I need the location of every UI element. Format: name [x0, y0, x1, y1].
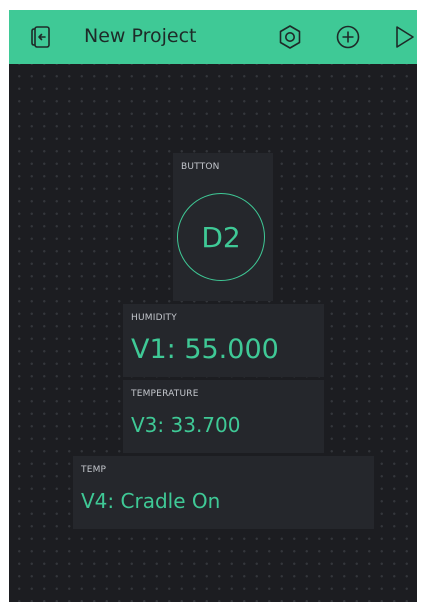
play-icon[interactable] [391, 10, 417, 64]
temperature-label: TEMPERATURE [131, 389, 199, 399]
temperature-value: V3: 33.700 [131, 413, 241, 437]
hexagon-nut-icon[interactable] [275, 10, 305, 64]
button-widget[interactable]: BUTTON D2 [173, 153, 273, 301]
d2-button[interactable]: D2 [177, 193, 265, 281]
temp-value: V4: Cradle On [81, 489, 221, 513]
project-title: New Project [84, 25, 197, 47]
widget-canvas[interactable]: BUTTON D2 HUMIDITY V1: 55.000 TEMPERATUR… [9, 64, 417, 602]
top-bar: New Project [9, 10, 417, 64]
plus-circle-icon[interactable] [333, 10, 363, 64]
temp-widget[interactable]: TEMP V4: Cradle On [73, 456, 374, 529]
exit-icon[interactable] [23, 10, 57, 64]
humidity-widget[interactable]: HUMIDITY V1: 55.000 [123, 304, 324, 377]
app-screen: New Project BUTTON D2 HUMIDITY V1: 55.00… [9, 10, 417, 602]
humidity-value: V1: 55.000 [131, 334, 279, 365]
temp-label: TEMP [81, 465, 107, 475]
button-widget-label: BUTTON [181, 162, 220, 172]
temperature-widget[interactable]: TEMPERATURE V3: 33.700 [123, 380, 324, 453]
humidity-label: HUMIDITY [131, 313, 177, 323]
